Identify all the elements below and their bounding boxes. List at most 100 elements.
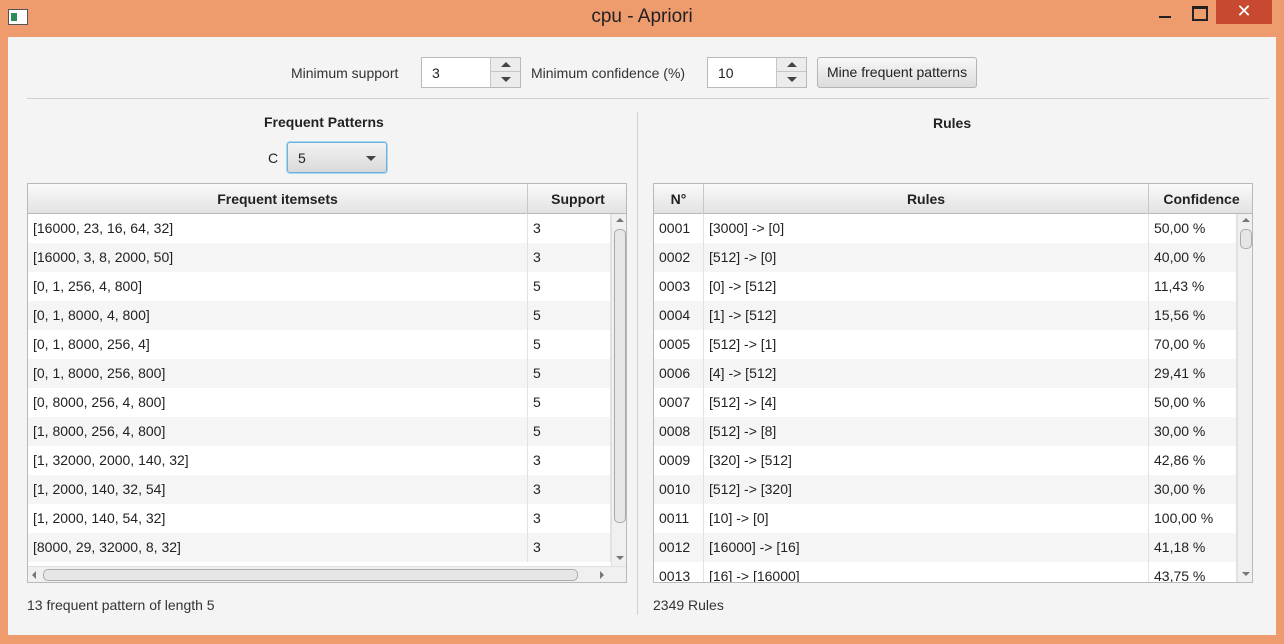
- horizontal-divider: [27, 98, 1269, 99]
- rule-cell: [512] -> [0]: [704, 243, 1149, 272]
- patterns-status: 13 frequent pattern of length 5: [27, 597, 215, 613]
- column-header-rules[interactable]: Rules: [704, 184, 1149, 214]
- scroll-left-icon[interactable]: [32, 571, 36, 579]
- support-cell: 5: [528, 301, 611, 330]
- table-header: N° Rules Confidence: [654, 184, 1252, 214]
- table-row[interactable]: [1, 2000, 140, 32, 54] 3: [28, 475, 611, 504]
- c-length-dropdown[interactable]: 5: [287, 142, 387, 173]
- support-cell: 5: [528, 330, 611, 359]
- scroll-down-icon[interactable]: [1242, 572, 1250, 576]
- table-row[interactable]: [1, 8000, 256, 4, 800] 5: [28, 417, 611, 446]
- vertical-divider: [637, 112, 638, 615]
- table-row[interactable]: 0013 [16] -> [16000] 43,75 %: [654, 562, 1237, 582]
- close-button[interactable]: ✕: [1216, 0, 1272, 24]
- rule-number-cell: 0010: [654, 475, 704, 504]
- scroll-up-icon[interactable]: [1242, 218, 1250, 222]
- table-row[interactable]: [16000, 23, 16, 64, 32] 3: [28, 214, 611, 243]
- table-row[interactable]: [0, 8000, 256, 4, 800] 5: [28, 388, 611, 417]
- column-header-confidence[interactable]: Confidence: [1149, 184, 1252, 214]
- horizontal-scrollbar[interactable]: [28, 566, 626, 582]
- rule-cell: [3000] -> [0]: [704, 214, 1149, 243]
- rule-cell: [320] -> [512]: [704, 446, 1149, 475]
- confidence-cell: 40,00 %: [1149, 243, 1237, 272]
- rule-cell: [16000] -> [16]: [704, 533, 1149, 562]
- min-support-label: Minimum support: [291, 65, 399, 81]
- table-row[interactable]: [16000, 3, 8, 2000, 50] 3: [28, 243, 611, 272]
- vertical-scrollbar[interactable]: [1237, 214, 1252, 582]
- table-row[interactable]: 0005 [512] -> [1] 70,00 %: [654, 330, 1237, 359]
- table-row[interactable]: [0, 1, 256, 4, 800] 5: [28, 272, 611, 301]
- c-label: C: [268, 150, 279, 166]
- confidence-cell: 11,43 %: [1149, 272, 1237, 301]
- rule-number-cell: 0001: [654, 214, 704, 243]
- table-row[interactable]: 0004 [1] -> [512] 15,56 %: [654, 301, 1237, 330]
- min-confidence-spinner[interactable]: 10: [707, 57, 807, 88]
- table-row[interactable]: [8000, 29, 32000, 8, 32] 3: [28, 533, 611, 562]
- rule-number-cell: 0011: [654, 504, 704, 533]
- table-row[interactable]: [1, 32000, 2000, 140, 32] 3: [28, 446, 611, 475]
- support-cell: 5: [528, 272, 611, 301]
- scrollbar-thumb[interactable]: [1240, 229, 1252, 249]
- table-row[interactable]: 0002 [512] -> [0] 40,00 %: [654, 243, 1237, 272]
- support-cell: 3: [528, 475, 611, 504]
- rule-number-cell: 0003: [654, 272, 704, 301]
- confidence-cell: 30,00 %: [1149, 417, 1237, 446]
- table-header: Frequent itemsets Support: [28, 184, 626, 214]
- support-cell: 5: [528, 417, 611, 446]
- frequent-patterns-title: Frequent Patterns: [264, 114, 384, 130]
- table-row[interactable]: [0, 1, 8000, 4, 800] 5: [28, 301, 611, 330]
- decrement-arrow-icon[interactable]: [491, 73, 520, 87]
- table-row[interactable]: 0001 [3000] -> [0] 50,00 %: [654, 214, 1237, 243]
- rule-number-cell: 0006: [654, 359, 704, 388]
- rule-cell: [512] -> [320]: [704, 475, 1149, 504]
- rule-cell: [4] -> [512]: [704, 359, 1149, 388]
- min-support-spinner[interactable]: 3: [421, 57, 521, 88]
- support-cell: 5: [528, 388, 611, 417]
- increment-arrow-icon[interactable]: [491, 58, 520, 72]
- table-row[interactable]: 0007 [512] -> [4] 50,00 %: [654, 388, 1237, 417]
- table-row[interactable]: 0009 [320] -> [512] 42,86 %: [654, 446, 1237, 475]
- scroll-up-icon[interactable]: [616, 218, 624, 222]
- table-row[interactable]: 0003 [0] -> [512] 11,43 %: [654, 272, 1237, 301]
- column-header-support[interactable]: Support: [528, 184, 626, 214]
- table-row[interactable]: 0010 [512] -> [320] 30,00 %: [654, 475, 1237, 504]
- increment-arrow-icon[interactable]: [777, 58, 806, 72]
- vertical-scrollbar[interactable]: [611, 214, 626, 566]
- min-confidence-label: Minimum confidence (%): [531, 65, 686, 81]
- scroll-right-icon[interactable]: [600, 571, 604, 579]
- itemset-cell: [1, 32000, 2000, 140, 32]: [28, 446, 528, 475]
- support-cell: 3: [528, 243, 611, 272]
- scrollbar-thumb[interactable]: [614, 229, 626, 523]
- frequent-itemsets-table: Frequent itemsets Support [16000, 23, 16…: [27, 183, 627, 583]
- table-row[interactable]: 0008 [512] -> [8] 30,00 %: [654, 417, 1237, 446]
- rule-cell: [512] -> [8]: [704, 417, 1149, 446]
- rule-cell: [1] -> [512]: [704, 301, 1149, 330]
- scroll-down-icon[interactable]: [616, 556, 624, 560]
- maximize-button[interactable]: [1184, 0, 1214, 24]
- mine-patterns-button[interactable]: Mine frequent patterns: [817, 57, 978, 88]
- window-title: cpu - Apriori: [591, 6, 693, 27]
- table-body: [16000, 23, 16, 64, 32] 3 [16000, 3, 8, 20…: [28, 214, 626, 582]
- close-icon: ✕: [1236, 1, 1252, 21]
- table-row[interactable]: 0011 [10] -> [0] 100,00 %: [654, 504, 1237, 533]
- table-row[interactable]: [0, 1, 8000, 256, 800] 5: [28, 359, 611, 388]
- minimize-button[interactable]: [1150, 0, 1180, 24]
- table-row[interactable]: 0006 [4] -> [512] 29,41 %: [654, 359, 1237, 388]
- confidence-cell: 100,00 %: [1149, 504, 1237, 533]
- min-support-value: 3: [432, 65, 440, 81]
- column-header-itemsets[interactable]: Frequent itemsets: [28, 184, 528, 214]
- itemset-cell: [16000, 3, 8, 2000, 50]: [28, 243, 528, 272]
- main-window: Minimum support 3 Minimum confidence (%)…: [8, 37, 1276, 635]
- table-row[interactable]: [1, 2000, 140, 54, 32] 3: [28, 504, 611, 533]
- scrollbar-thumb[interactable]: [43, 569, 578, 581]
- table-row[interactable]: 0012 [16000] -> [16] 41,18 %: [654, 533, 1237, 562]
- c-length-value: 5: [298, 150, 306, 166]
- column-header-number[interactable]: N°: [654, 184, 704, 214]
- min-confidence-arrows: [776, 58, 806, 87]
- itemset-cell: [0, 1, 8000, 256, 4]: [28, 330, 528, 359]
- decrement-arrow-icon[interactable]: [777, 73, 806, 87]
- itemset-cell: [1, 8000, 256, 4, 800]: [28, 417, 528, 446]
- confidence-cell: 50,00 %: [1149, 388, 1237, 417]
- support-cell: 3: [528, 504, 611, 533]
- table-row[interactable]: [0, 1, 8000, 256, 4] 5: [28, 330, 611, 359]
